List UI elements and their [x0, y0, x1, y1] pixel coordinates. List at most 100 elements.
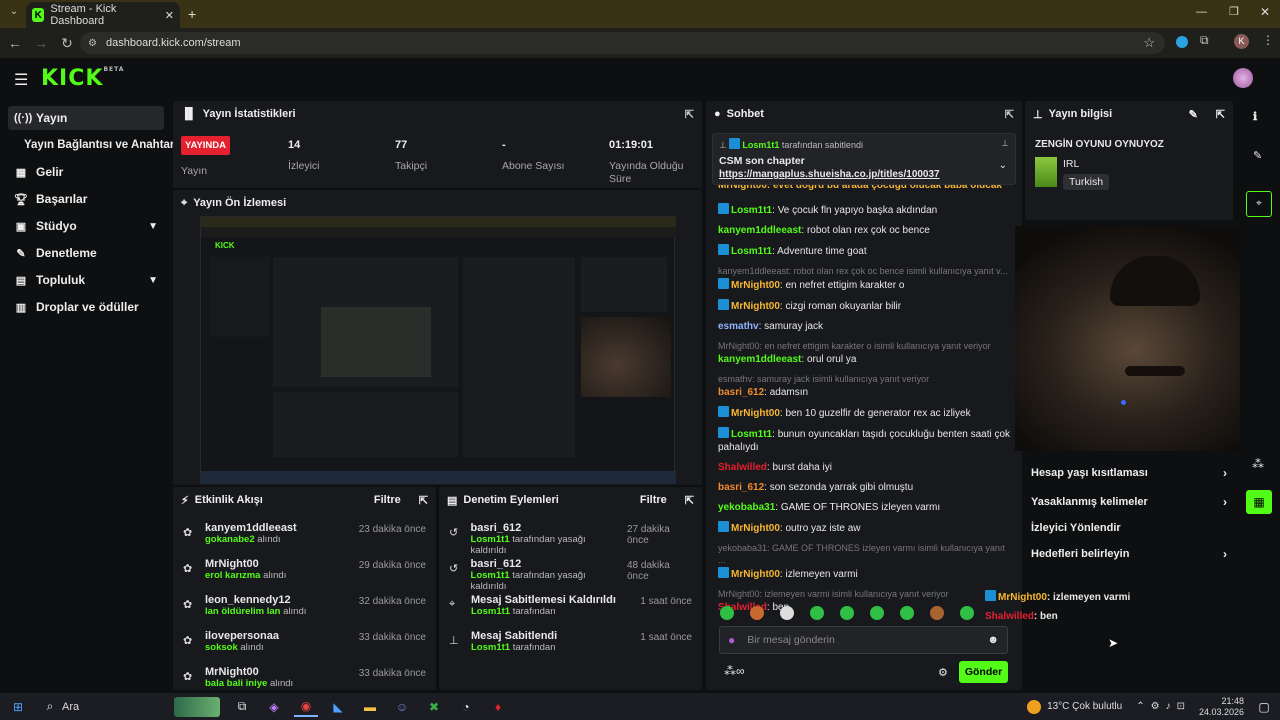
chat-message[interactable]: Losm1t1: bunun oyuncakları taşıdı çocukl… — [718, 427, 1012, 454]
extension-icon[interactable] — [1176, 36, 1188, 48]
chrome-icon[interactable]: ◉ — [294, 697, 318, 717]
chat-input[interactable]: ● Bir mesaj gönderin ☻ — [719, 626, 1008, 654]
chat-username[interactable]: MrNight00 — [731, 408, 780, 419]
chat-username[interactable]: kanyem1ddleeast — [718, 354, 801, 365]
chat-message[interactable]: MrNight00: en nefret ettigim karakter o … — [718, 340, 1012, 366]
sidebar-item-yayin[interactable]: ((·)) Yayın — [8, 106, 164, 130]
sidebar-item-denetleme[interactable]: ✎ Denetleme — [8, 241, 164, 265]
emoji-icon[interactable]: ☻ — [987, 634, 999, 646]
filter-button[interactable]: Filtre — [640, 494, 667, 506]
chat-username[interactable]: kanyem1ddleeast — [718, 225, 801, 236]
tray-icons[interactable]: ⌃⚙♪⊡ — [1136, 701, 1191, 712]
chat-settings-icon[interactable]: ⚙ — [938, 666, 948, 679]
back-icon[interactable]: ← — [5, 35, 25, 51]
chat-message[interactable]: MrNight00: cizgi roman okuyanlar bilir — [718, 299, 1012, 313]
tab-list-button[interactable]: ⌄ — [6, 6, 22, 22]
forward-icon[interactable]: → — [31, 35, 51, 51]
popout-icon[interactable]: ⇱ — [685, 108, 694, 121]
chat-username[interactable]: MrNight00 — [731, 569, 780, 580]
pinned-link[interactable]: https://mangaplus.shueisha.co.jp/titles/… — [719, 169, 1009, 180]
unpin-icon[interactable]: ⊥ — [1001, 138, 1009, 149]
windows-start-icon[interactable]: ⊞ — [6, 697, 30, 717]
popout-icon[interactable]: ⇱ — [1216, 108, 1225, 121]
pinned-message[interactable]: ⊥ Losm1t1 tarafından sabitlendi ⊥ CSM son… — [712, 133, 1016, 185]
popout-icon[interactable]: ⇱ — [1005, 108, 1014, 121]
chat-message[interactable]: basri_612: son sezonda yarrak gibi olmuş… — [718, 481, 1012, 494]
new-tab-button[interactable]: + — [188, 6, 196, 22]
chat-message[interactable]: kanyem1ddleeast: robot olan rex çok oc b… — [718, 265, 1012, 292]
popout-icon[interactable]: ⇱ — [685, 494, 694, 507]
obs-icon[interactable]: ◔ — [454, 697, 478, 717]
chat-message[interactable]: Losm1t1: Ve çocuk fln yapıyo başka akdın… — [718, 203, 1012, 217]
emote-icon[interactable] — [960, 606, 974, 620]
emote-icon[interactable] — [780, 606, 794, 620]
emote-icon[interactable] — [720, 606, 734, 620]
url-bar[interactable]: ⚙ dashboard.kick.com/stream ☆ — [80, 32, 1165, 54]
chat-message[interactable]: esmathv: samuray jack — [718, 320, 1012, 333]
app-pin-icon[interactable]: ♦ — [486, 697, 510, 717]
send-button[interactable]: Gönder — [959, 661, 1008, 683]
info-icon[interactable]: ℹ — [1253, 110, 1257, 123]
chat-username[interactable]: basri_612 — [718, 387, 764, 398]
sidebar-item-basarilar[interactable]: 🏆︎ Başarılar — [8, 187, 164, 211]
hamburger-menu-icon[interactable]: ☰ — [14, 70, 28, 90]
clip-icon[interactable]: ▦ — [1246, 490, 1272, 514]
search-icon[interactable]: ⌕ — [38, 697, 62, 717]
menu-item-account-age[interactable]: Hesap yaşı kısıtlaması › — [1031, 460, 1227, 486]
chat-username[interactable]: MrNight00 — [731, 280, 780, 291]
sidebar-item-topluluk[interactable]: ▤ Topluluk ▼ — [8, 268, 164, 292]
sidebar-item-gelir[interactable]: ▦ Gelir — [8, 160, 164, 184]
chat-message[interactable]: esmathv: samuray jack isimli kullanıcıya… — [718, 373, 1012, 399]
sidebar-item-studyo[interactable]: ▣ Stüdyo ▼ — [8, 214, 164, 238]
profile-avatar[interactable]: K — [1234, 34, 1249, 49]
clock[interactable]: 21:48 24.03.2026 — [1199, 696, 1244, 718]
emote-icon[interactable] — [870, 606, 884, 620]
kick-logo[interactable]: KICKBETA — [41, 66, 124, 91]
chat-message[interactable]: yekobaba31: GAME OF THRONES izleyen varm… — [718, 542, 1012, 581]
tab-close-icon[interactable]: ✕ — [165, 9, 174, 22]
chat-username[interactable]: MrNight00 — [731, 301, 780, 312]
taskbar-search-label[interactable]: Ara — [62, 701, 174, 713]
chat-message[interactable]: Shalwilled: burst daha iyi — [718, 461, 1012, 474]
xbox-icon[interactable]: ✖ — [422, 697, 446, 717]
chat-message[interactable]: kanyem1ddleeast: robot olan rex çok oc b… — [718, 224, 1012, 237]
file-explorer-icon[interactable]: ▬ — [358, 697, 382, 717]
chat-username[interactable]: Losm1t1 — [731, 205, 772, 216]
maximize-button[interactable]: ❐ — [1229, 5, 1239, 18]
chat-users-icon[interactable]: ⁂∞ — [724, 664, 745, 678]
app-icon[interactable]: ◣ — [326, 697, 350, 717]
discord-icon[interactable]: ☺ — [390, 697, 414, 717]
chat-message[interactable]: MrNight00: ben 10 guzelfir de generator … — [718, 406, 1012, 420]
edit-icon[interactable]: ✎ — [1253, 149, 1262, 162]
chat-username[interactable]: Losm1t1 — [731, 429, 772, 440]
sidebar-item-stream-key[interactable]: Yayın Bağlantısı ve Anahtarı — [18, 133, 178, 157]
close-window-button[interactable]: ✕ — [1260, 5, 1270, 19]
menu-item-goals[interactable]: Hedefleri belirleyin › — [1031, 541, 1227, 567]
browser-menu-icon[interactable]: ⋮ — [1262, 33, 1274, 47]
sidebar-item-droplar[interactable]: ▥ Droplar ve ödüller — [8, 295, 164, 319]
chat-username[interactable]: Losm1t1 — [731, 246, 772, 257]
weather-label[interactable]: 13°C Çok bulutlu — [1047, 701, 1122, 712]
focus-icon[interactable]: ⌖ — [1246, 191, 1272, 217]
emote-icon[interactable] — [930, 606, 944, 620]
emote-icon[interactable] — [750, 606, 764, 620]
chat-message[interactable]: yekobaba31: GAME OF THRONES izleyen varm… — [718, 501, 1012, 514]
chat-username[interactable]: Shalwilled — [718, 462, 767, 473]
chat-message[interactable]: Losm1t1: Adventure time goat — [718, 244, 1012, 258]
emote-icon[interactable] — [810, 606, 824, 620]
copilot-icon[interactable]: ◈ — [262, 697, 286, 717]
microphone-icon[interactable]: ● — [728, 633, 735, 647]
menu-item-redirect[interactable]: İzleyici Yönlendir — [1031, 515, 1227, 541]
browser-tab[interactable]: K Stream - Kick Dashboard ✕ — [26, 2, 180, 28]
chat-username[interactable]: esmathv — [718, 321, 759, 332]
minimize-button[interactable]: — — [1196, 6, 1207, 18]
emote-icon[interactable] — [900, 606, 914, 620]
bookmark-star-icon[interactable]: ☆ — [1143, 35, 1155, 51]
stream-preview-video[interactable]: KICK — [200, 216, 676, 484]
edit-icon[interactable]: ✎ — [1189, 108, 1198, 121]
chat-username[interactable]: yekobaba31 — [718, 502, 775, 513]
reload-icon[interactable]: ↻ — [57, 35, 77, 52]
filter-button[interactable]: Filtre — [374, 494, 401, 506]
chat-username[interactable]: basri_612 — [718, 482, 764, 493]
chat-username[interactable]: MrNight00 — [731, 523, 780, 534]
